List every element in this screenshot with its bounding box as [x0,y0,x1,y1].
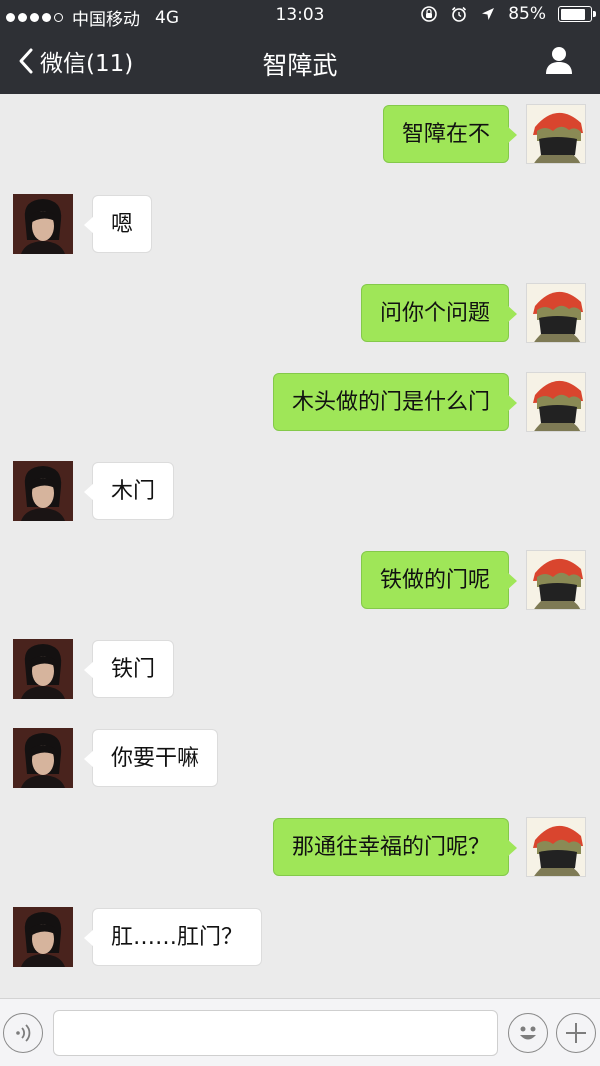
my-avatar[interactable] [526,283,586,343]
message-bubble[interactable]: 智障在不 [382,105,518,163]
top-bar: 中国移动 4G 13:03 85% 微信(11) 智障武 [0,0,600,94]
contact-avatar[interactable] [13,728,73,788]
add-button[interactable] [556,1013,596,1053]
plus-icon [566,1023,586,1043]
contact-avatar[interactable] [13,639,73,699]
status-bar: 中国移动 4G 13:03 85% [0,0,600,30]
alarm-icon [452,6,467,22]
contact-avatar[interactable] [13,907,73,967]
message-input[interactable] [53,1010,498,1056]
message-bubble[interactable]: 铁做的门呢 [360,551,518,609]
battery-icon [558,6,596,22]
voice-icon [16,1024,31,1042]
sent-message: 木头做的门是什么门 [0,372,600,432]
contact-avatar[interactable] [13,194,73,254]
message-bubble[interactable]: 木门 [83,462,175,520]
battery-percent: 85% [508,4,546,24]
status-icons: 85% [420,4,596,24]
message-bubble[interactable]: 木头做的门是什么门 [272,373,518,431]
received-message: 嗯 [0,194,600,254]
sent-message: 铁做的门呢 [0,550,600,610]
battery-level [560,8,586,20]
chat-area[interactable]: 智障在不嗯问你个问题木头做的门是什么门木门铁做的门呢铁门你要干嘛 那通往幸福的门呢… [0,94,600,998]
person-icon [546,47,572,74]
received-message: 木门 [0,461,600,521]
my-avatar[interactable] [526,817,586,877]
location-icon [482,8,495,20]
profile-button[interactable] [544,45,574,79]
input-bar [0,998,600,1066]
message-bubble[interactable]: 肛……肛门？ [83,908,263,966]
rotation-lock-icon [421,6,438,22]
received-message: 你要干嘛 [0,728,600,788]
chat-title: 智障武 [262,51,338,80]
message-bubble[interactable]: 那通往幸福的门呢？ [272,818,518,876]
message-bubble[interactable]: 嗯 [83,195,153,253]
voice-button[interactable] [3,1013,43,1053]
my-avatar[interactable] [526,104,586,164]
sent-message: 那通往幸福的门呢？ [0,817,600,877]
received-message: 铁门 [0,639,600,699]
message-bubble[interactable]: 铁门 [83,640,175,698]
navigation-bar: 微信(11) 智障武 [0,30,600,94]
my-avatar[interactable] [526,372,586,432]
emoji-icon [520,1026,536,1040]
sent-message: 问你个问题 [0,283,600,343]
sent-message: 智障在不 [0,104,600,164]
my-avatar[interactable] [526,550,586,610]
message-bubble[interactable]: 你要干嘛 [83,729,219,787]
contact-avatar[interactable] [13,461,73,521]
message-bubble[interactable]: 问你个问题 [360,284,518,342]
received-message: 肛……肛门？ [0,907,600,967]
emoji-button[interactable] [508,1013,548,1053]
